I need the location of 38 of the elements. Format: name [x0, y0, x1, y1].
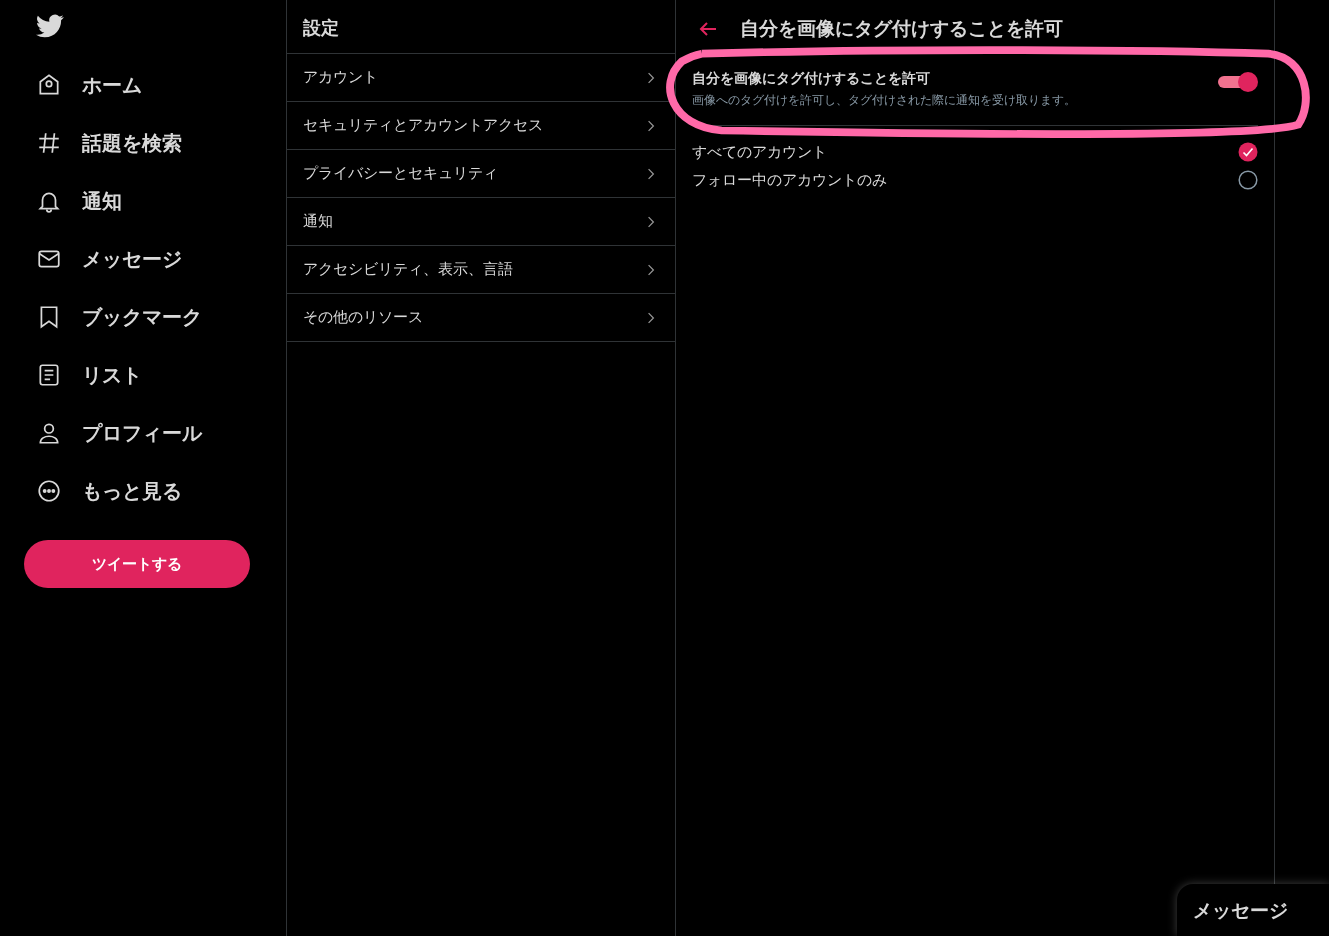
page-title: 自分を画像にタグ付けすることを許可 — [740, 16, 1063, 41]
nav-item[interactable]: もっと見る — [36, 462, 262, 520]
message-drawer[interactable]: メッセージ — [1177, 884, 1329, 936]
checked-circle-icon[interactable] — [1238, 142, 1258, 162]
list-icon — [36, 362, 62, 388]
settings-item[interactable]: アクセシビリティ、表示、言語 — [287, 246, 675, 294]
option-label: フォロー中のアカウントのみ — [692, 170, 887, 190]
setting-label: 自分を画像にタグ付けすることを許可 — [692, 70, 931, 88]
settings-item[interactable]: その他のリソース — [287, 294, 675, 342]
chevron-right-icon — [647, 262, 655, 277]
nav-item[interactable]: ブックマーク — [36, 288, 262, 346]
nav-item[interactable]: リスト — [36, 346, 262, 404]
hashtag-icon — [36, 130, 62, 156]
chevron-right-icon — [647, 214, 655, 229]
option-label: すべてのアカウント — [692, 142, 827, 162]
toggle-switch[interactable] — [1218, 72, 1258, 92]
setting-description: 画像へのタグ付けを許可し、タグ付けされた際に通知を受け取ります。 — [692, 92, 1076, 109]
nav-item[interactable]: ホーム — [36, 56, 262, 114]
bird-logo-icon[interactable] — [36, 12, 64, 40]
settings-item[interactable]: 通知 — [287, 198, 675, 246]
radio-circle-icon[interactable] — [1238, 170, 1258, 190]
settings-item[interactable]: アカウント — [287, 54, 675, 102]
tweet-button[interactable]: ツイートする — [24, 540, 250, 588]
nav-item[interactable]: 通知 — [36, 172, 262, 230]
nav-item[interactable]: メッセージ — [36, 230, 262, 288]
home-icon — [36, 72, 62, 98]
more-icon — [36, 478, 62, 504]
settings-item[interactable]: プライバシーとセキュリティ — [287, 150, 675, 198]
chevron-right-icon — [647, 118, 655, 133]
chevron-right-icon — [647, 70, 655, 85]
nav-item[interactable]: プロフィール — [36, 404, 262, 462]
settings-item[interactable]: セキュリティとアカウントアクセス — [287, 102, 675, 150]
nav-item[interactable]: 話題を検索 — [36, 114, 262, 172]
drawer-title: メッセージ — [1193, 899, 1288, 921]
settings-title: 設定 — [287, 0, 675, 54]
chevron-right-icon — [647, 310, 655, 325]
back-arrow-icon[interactable] — [698, 21, 718, 37]
chevron-right-icon — [647, 166, 655, 181]
